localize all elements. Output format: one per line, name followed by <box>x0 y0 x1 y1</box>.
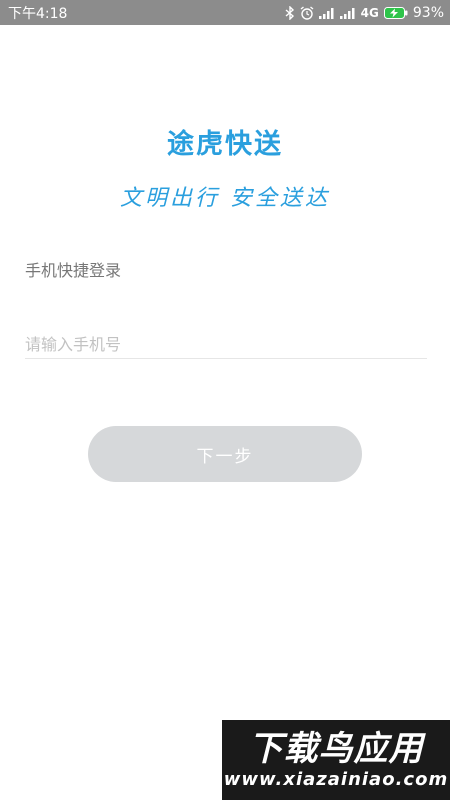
battery-charging-icon <box>383 6 408 19</box>
watermark-logo: 下载鸟应用 www.xiazainiao.com <box>222 720 450 800</box>
status-time: 下午4:18 <box>8 5 68 22</box>
signal-icon <box>318 7 335 19</box>
phone-number-input[interactable] <box>25 330 427 359</box>
watermark-title: 下载鸟应用 <box>248 729 424 769</box>
app-title: 途虎快送 <box>167 129 283 160</box>
status-bar: 下午4:18 4G 93% <box>0 0 450 25</box>
status-bar-left: 下午4:18 <box>8 3 67 23</box>
app-slogan: 文明出行 安全送达 <box>120 186 330 211</box>
battery-percentage: 93% <box>412 4 444 21</box>
status-bar-right: 4G 93% <box>285 5 444 21</box>
login-heading: 手机快捷登录 <box>25 261 122 280</box>
watermark-url: www.xiazainiao.com <box>223 769 449 790</box>
signal-icon <box>339 7 356 19</box>
alarm-icon <box>300 5 314 20</box>
next-button[interactable]: 下一步 <box>88 426 362 482</box>
bluetooth-icon <box>285 5 295 20</box>
network-type: 4G <box>360 5 379 20</box>
